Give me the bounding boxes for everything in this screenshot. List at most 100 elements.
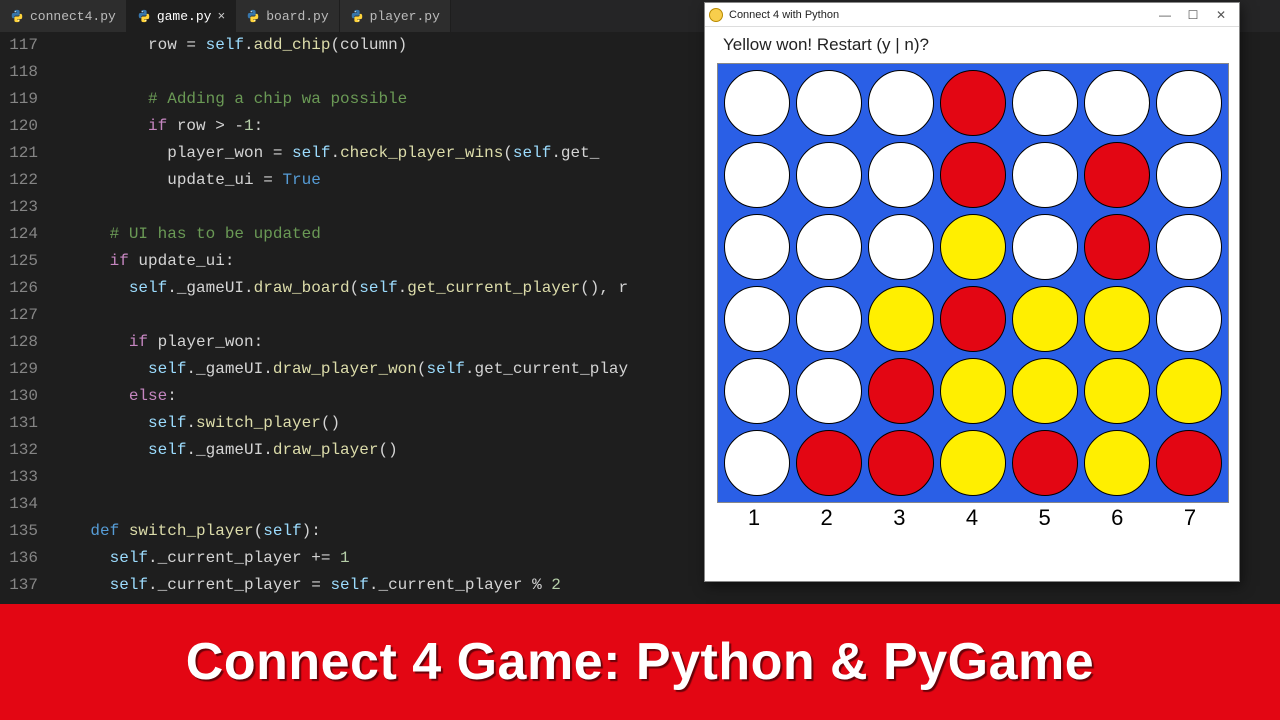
column-label: 6 [1084, 505, 1150, 531]
tab-label: board.py [266, 9, 328, 24]
empty-cell[interactable] [796, 142, 862, 208]
line-number: 124 [0, 221, 38, 248]
connect4-board[interactable] [717, 63, 1229, 503]
red-chip[interactable] [868, 430, 934, 496]
red-chip[interactable] [1084, 142, 1150, 208]
line-number: 130 [0, 383, 38, 410]
empty-cell[interactable] [724, 286, 790, 352]
empty-cell[interactable] [724, 214, 790, 280]
red-chip[interactable] [940, 142, 1006, 208]
tab-connect4-py[interactable]: connect4.py [0, 0, 127, 32]
tab-board-py[interactable]: board.py [236, 0, 339, 32]
tab-label: connect4.py [30, 9, 116, 24]
yellow-chip[interactable] [1084, 286, 1150, 352]
empty-cell[interactable] [1084, 70, 1150, 136]
tab-label: player.py [370, 9, 440, 24]
line-number: 137 [0, 572, 38, 599]
red-chip[interactable] [1084, 214, 1150, 280]
tab-label: game.py [157, 9, 212, 24]
line-number: 121 [0, 140, 38, 167]
empty-cell[interactable] [796, 286, 862, 352]
game-window-title: Connect 4 with Python [729, 9, 839, 21]
game-window-titlebar[interactable]: Connect 4 with Python — ☐ ✕ [705, 3, 1239, 27]
tab-game-py[interactable]: game.py × [127, 0, 236, 32]
empty-cell[interactable] [868, 214, 934, 280]
yellow-chip[interactable] [1012, 286, 1078, 352]
empty-cell[interactable] [1156, 142, 1222, 208]
line-number: 131 [0, 410, 38, 437]
line-number: 127 [0, 302, 38, 329]
python-file-icon [10, 9, 24, 23]
column-label: 2 [794, 505, 860, 531]
line-number: 128 [0, 329, 38, 356]
python-file-icon [137, 9, 151, 23]
line-number: 117 [0, 32, 38, 59]
empty-cell[interactable] [724, 430, 790, 496]
yellow-chip[interactable] [1084, 358, 1150, 424]
minimize-button[interactable]: — [1151, 8, 1179, 22]
column-label: 5 [1012, 505, 1078, 531]
title-banner: Connect 4 Game: Python & PyGame [0, 604, 1280, 720]
red-chip[interactable] [1156, 430, 1222, 496]
yellow-chip[interactable] [1156, 358, 1222, 424]
board-row [724, 286, 1222, 352]
yellow-chip[interactable] [940, 214, 1006, 280]
empty-cell[interactable] [1156, 286, 1222, 352]
empty-cell[interactable] [1012, 70, 1078, 136]
line-number: 118 [0, 59, 38, 86]
maximize-button[interactable]: ☐ [1179, 8, 1207, 22]
yellow-chip[interactable] [940, 430, 1006, 496]
close-tab-icon[interactable]: × [217, 9, 225, 24]
pygame-icon [709, 8, 723, 22]
line-number: 119 [0, 86, 38, 113]
empty-cell[interactable] [868, 70, 934, 136]
line-number: 129 [0, 356, 38, 383]
line-number: 135 [0, 518, 38, 545]
yellow-chip[interactable] [940, 358, 1006, 424]
line-number: 132 [0, 437, 38, 464]
empty-cell[interactable] [724, 358, 790, 424]
line-number: 133 [0, 464, 38, 491]
tab-player-py[interactable]: player.py [340, 0, 451, 32]
red-chip[interactable] [940, 70, 1006, 136]
column-numbers: 1234567 [705, 503, 1239, 537]
board-row [724, 142, 1222, 208]
empty-cell[interactable] [796, 214, 862, 280]
board-row [724, 70, 1222, 136]
yellow-chip[interactable] [1084, 430, 1150, 496]
board-row [724, 214, 1222, 280]
column-label: 3 [866, 505, 932, 531]
line-number-gutter: 1171181191201211221231241251261271281291… [0, 32, 52, 604]
yellow-chip[interactable] [868, 286, 934, 352]
red-chip[interactable] [796, 430, 862, 496]
red-chip[interactable] [868, 358, 934, 424]
empty-cell[interactable] [1156, 214, 1222, 280]
board-row [724, 358, 1222, 424]
line-number: 122 [0, 167, 38, 194]
column-label: 7 [1157, 505, 1223, 531]
column-label: 1 [721, 505, 787, 531]
line-number: 134 [0, 491, 38, 518]
empty-cell[interactable] [1012, 142, 1078, 208]
empty-cell[interactable] [796, 358, 862, 424]
empty-cell[interactable] [796, 70, 862, 136]
line-number: 125 [0, 248, 38, 275]
empty-cell[interactable] [724, 142, 790, 208]
yellow-chip[interactable] [1012, 358, 1078, 424]
line-number: 123 [0, 194, 38, 221]
python-file-icon [246, 9, 260, 23]
board-row [724, 430, 1222, 496]
close-button[interactable]: ✕ [1207, 8, 1235, 22]
column-label: 4 [939, 505, 1005, 531]
empty-cell[interactable] [724, 70, 790, 136]
empty-cell[interactable] [868, 142, 934, 208]
python-file-icon [350, 9, 364, 23]
red-chip[interactable] [1012, 430, 1078, 496]
empty-cell[interactable] [1156, 70, 1222, 136]
empty-cell[interactable] [1012, 214, 1078, 280]
line-number: 120 [0, 113, 38, 140]
banner-text: Connect 4 Game: Python & PyGame [186, 632, 1094, 692]
line-number: 126 [0, 275, 38, 302]
game-window: Connect 4 with Python — ☐ ✕ Yellow won! … [704, 2, 1240, 582]
red-chip[interactable] [940, 286, 1006, 352]
